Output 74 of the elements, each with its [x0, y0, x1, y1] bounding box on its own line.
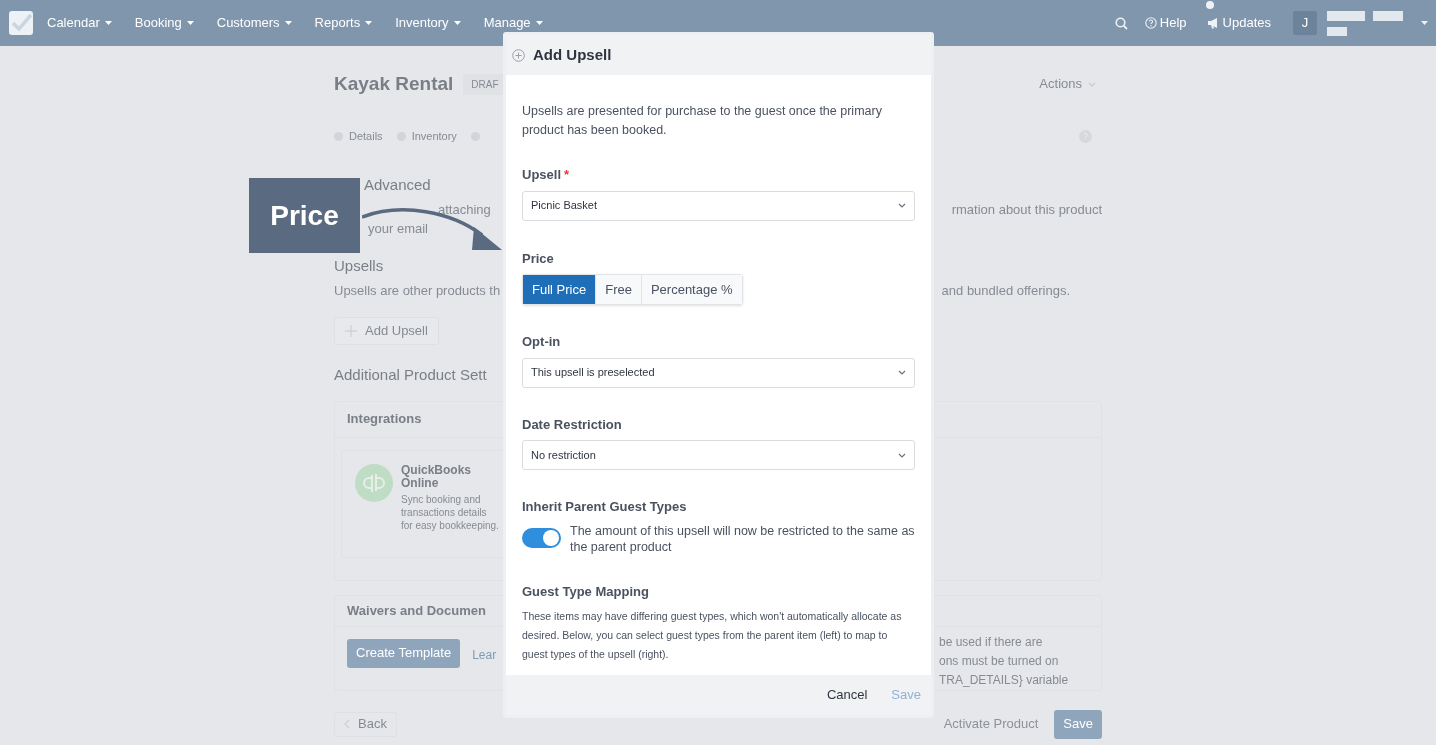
back-button[interactable]: Back [334, 711, 397, 737]
required-mark: * [564, 166, 570, 184]
integration-name: QuickBooks Online [401, 463, 473, 490]
section-description: rmation about this product [951, 200, 1102, 219]
search-icon[interactable] [1114, 16, 1128, 30]
chevron-down-icon [898, 370, 906, 375]
actions-menu[interactable]: Actions [1039, 74, 1096, 94]
toggle-switch[interactable] [522, 527, 561, 548]
select-field[interactable]: No restriction [522, 440, 915, 470]
price-option[interactable]: Full Price [523, 275, 596, 304]
nav-menu-item[interactable]: Inventory [395, 13, 461, 33]
chevron-down-icon [898, 203, 906, 208]
chevron-down-icon [898, 452, 906, 458]
card-title: Waivers and Documen [347, 601, 486, 620]
field-label: Price [522, 249, 554, 268]
toggle-description: The amount of this upsell will now be restricted to the same as the parent product [570, 522, 915, 555]
field-label: Upsell [522, 166, 561, 184]
waiver-note: be used if there are [939, 633, 1044, 651]
add-upsell-button[interactable]: Add Upsell [334, 317, 439, 345]
section-heading: Upsells [334, 255, 384, 276]
caret-icon[interactable] [1421, 21, 1428, 25]
caret-icon [284, 21, 292, 25]
section-heading: Advanced [364, 175, 431, 195]
select-field[interactable]: This upsell is preselected [522, 357, 915, 388]
integration-description: Sync booking and transactions details for easy bookkeeping. [401, 492, 500, 532]
cancel-button[interactable]: Cancel [826, 685, 868, 705]
redacted-block [1327, 10, 1365, 21]
redacted-block [1373, 10, 1403, 21]
callout-label: Price [249, 178, 360, 253]
section-description: Upsells are other products th [334, 282, 501, 300]
avatar[interactable]: J [1293, 11, 1317, 35]
redacted-block [1327, 26, 1347, 36]
learn-link[interactable]: Lear [472, 645, 497, 664]
plus-circle-icon [512, 48, 525, 62]
megaphone-icon [1206, 17, 1220, 29]
checkmark-logo-icon[interactable] [9, 11, 33, 35]
intro-text: Upsells are presented for purchase to the guest once the primary product has been booked. [522, 103, 883, 139]
section-description: your email [368, 219, 428, 238]
field-label: Opt-in [522, 333, 561, 351]
create-template-button[interactable]: Create Template [347, 638, 461, 668]
caret-icon [365, 21, 373, 25]
caret-icon [104, 21, 112, 25]
caret-icon [453, 21, 461, 25]
modal-title: Add Upsell [533, 44, 612, 65]
section-heading: Guest Type Mapping [522, 582, 649, 601]
nav-menu-item[interactable]: Reports [314, 13, 373, 33]
field-label: Date Restriction [522, 415, 622, 434]
caret-icon [186, 21, 194, 25]
mapping-description: These items may have differing guest types, which won't automatically allocate as desired. Below, you can select guest types from the parent item (left) to map to guest types of the upsell (right). [522, 609, 903, 662]
updates-link[interactable]: Updates [1206, 13, 1271, 33]
nav-menu-item[interactable]: Manage [483, 13, 543, 33]
card-title: Integrations [347, 410, 422, 429]
nav-menu-item[interactable]: Customers [216, 13, 292, 33]
help-link[interactable]: Help [1144, 13, 1187, 33]
section-description: and bundled offerings. [941, 282, 1070, 300]
chevron-down-icon [1088, 81, 1096, 87]
section-heading: Additional Product Sett [334, 365, 487, 385]
save-button[interactable]: Save [1054, 709, 1102, 739]
integration-logo-icon [355, 463, 393, 502]
waiver-note: ons must be turned on [939, 652, 1060, 670]
price-option[interactable]: Percentage % [640, 275, 742, 304]
step-link[interactable]: Inventory [411, 127, 457, 145]
save-button[interactable]: Save [891, 685, 921, 705]
help-icon [1144, 17, 1157, 29]
page-title: Kayak Rental [334, 71, 454, 96]
nav-menu-item[interactable]: Calendar [47, 13, 112, 33]
waiver-note: TRA_DETAILS} variable [939, 671, 1070, 689]
section-description: attaching [438, 200, 491, 219]
activate-product-button[interactable]: Activate Product [943, 714, 1039, 734]
select-field[interactable]: Picnic Basket [522, 190, 915, 221]
nav-menu-item[interactable]: Booking [134, 13, 194, 33]
step-link[interactable]: Details [349, 127, 383, 145]
caret-icon [535, 21, 543, 25]
price-option[interactable]: Free [595, 275, 641, 304]
